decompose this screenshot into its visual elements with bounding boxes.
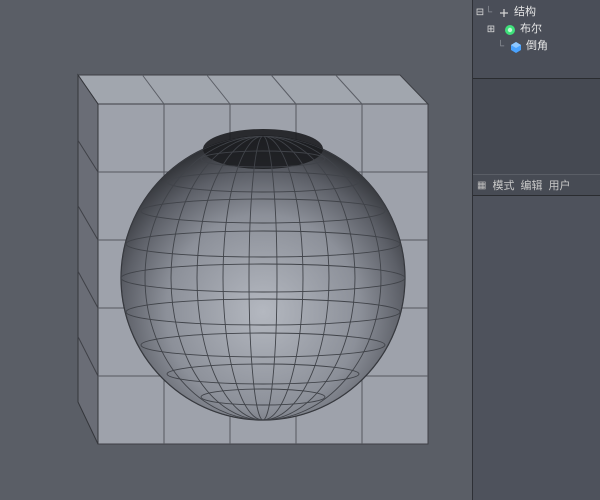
hierarchy-label[interactable]: 结构 — [514, 4, 536, 21]
object-hierarchy[interactable]: ⊟ └ 结构 ⊞ 布尔 └ — [473, 0, 600, 79]
collapse-toggle-icon[interactable]: ⊞ — [486, 21, 496, 38]
side-panel: ⊟ └ 结构 ⊞ 布尔 └ — [472, 0, 600, 500]
hatch-icon: ▦ — [477, 180, 486, 191]
sphere-dark-top — [203, 129, 323, 169]
cube-left-face — [78, 75, 98, 444]
attr-tab-mode[interactable]: 模式 — [492, 177, 514, 193]
hierarchy-label[interactable]: 倒角 — [526, 38, 548, 55]
boolean-object-icon — [503, 23, 517, 37]
attr-tab-user[interactable]: 用户 — [548, 177, 570, 193]
hierarchy-row-boolean[interactable]: ⊞ 布尔 — [475, 21, 598, 38]
bevel-object-icon — [509, 40, 523, 54]
collapse-toggle-icon[interactable]: ⊟ — [475, 4, 485, 21]
tree-branch-icon: └ — [497, 38, 508, 55]
tree-branch-icon: └ — [485, 4, 496, 21]
viewport[interactable] — [0, 0, 472, 500]
attr-tab-edit[interactable]: 编辑 — [520, 177, 542, 193]
cube-top-face — [78, 75, 428, 104]
attribute-header: ▦ 模式 编辑 用户 — [473, 174, 600, 196]
null-object-icon — [497, 6, 511, 20]
attribute-body — [473, 196, 600, 500]
sphere-cavity — [121, 136, 405, 420]
hierarchy-label[interactable]: 布尔 — [520, 21, 542, 38]
hierarchy-row-bevel[interactable]: └ 倒角 — [475, 38, 598, 55]
hierarchy-row-root[interactable]: ⊟ └ 结构 — [475, 4, 598, 21]
